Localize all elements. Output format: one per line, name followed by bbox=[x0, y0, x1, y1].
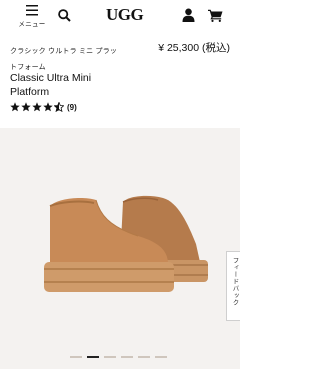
star-half-icon bbox=[54, 102, 64, 112]
cart-icon[interactable] bbox=[208, 9, 223, 22]
star-full-icon bbox=[32, 102, 42, 112]
pagination-dot-active[interactable] bbox=[87, 356, 99, 358]
product-price: ¥ 25,300 (税込) bbox=[158, 42, 230, 54]
pagination-dot[interactable] bbox=[70, 356, 82, 358]
pagination-dot[interactable] bbox=[155, 356, 167, 358]
product-image-gallery[interactable]: フィードバック bbox=[0, 128, 240, 369]
product-name-english: Classic Ultra Mini Platform bbox=[10, 72, 92, 98]
site-header: メニュー UGG bbox=[0, 0, 240, 30]
gallery-pagination bbox=[70, 356, 167, 358]
ugg-logo[interactable]: UGG bbox=[106, 6, 144, 23]
rating-stars bbox=[10, 102, 64, 112]
product-image-boots[interactable] bbox=[28, 184, 218, 299]
feedback-label: フィードバック bbox=[231, 257, 238, 306]
menu-button[interactable]: メニュー bbox=[16, 5, 48, 29]
star-full-icon bbox=[10, 102, 20, 112]
star-full-icon bbox=[43, 102, 53, 112]
pagination-dot[interactable] bbox=[138, 356, 150, 358]
product-rating[interactable]: (9) bbox=[10, 101, 77, 113]
pagination-dot[interactable] bbox=[104, 356, 116, 358]
star-full-icon bbox=[21, 102, 31, 112]
search-icon[interactable] bbox=[58, 9, 71, 22]
account-icon[interactable] bbox=[182, 8, 195, 22]
review-count[interactable]: (9) bbox=[67, 103, 77, 112]
pagination-dot[interactable] bbox=[121, 356, 133, 358]
menu-label: メニュー bbox=[18, 21, 46, 28]
hamburger-icon bbox=[26, 5, 38, 16]
product-info: クラシック ウルトラ ミニ プラッ トフォーム ¥ 25,300 (税込) Cl… bbox=[0, 30, 240, 128]
feedback-tab[interactable]: フィードバック bbox=[226, 251, 240, 321]
